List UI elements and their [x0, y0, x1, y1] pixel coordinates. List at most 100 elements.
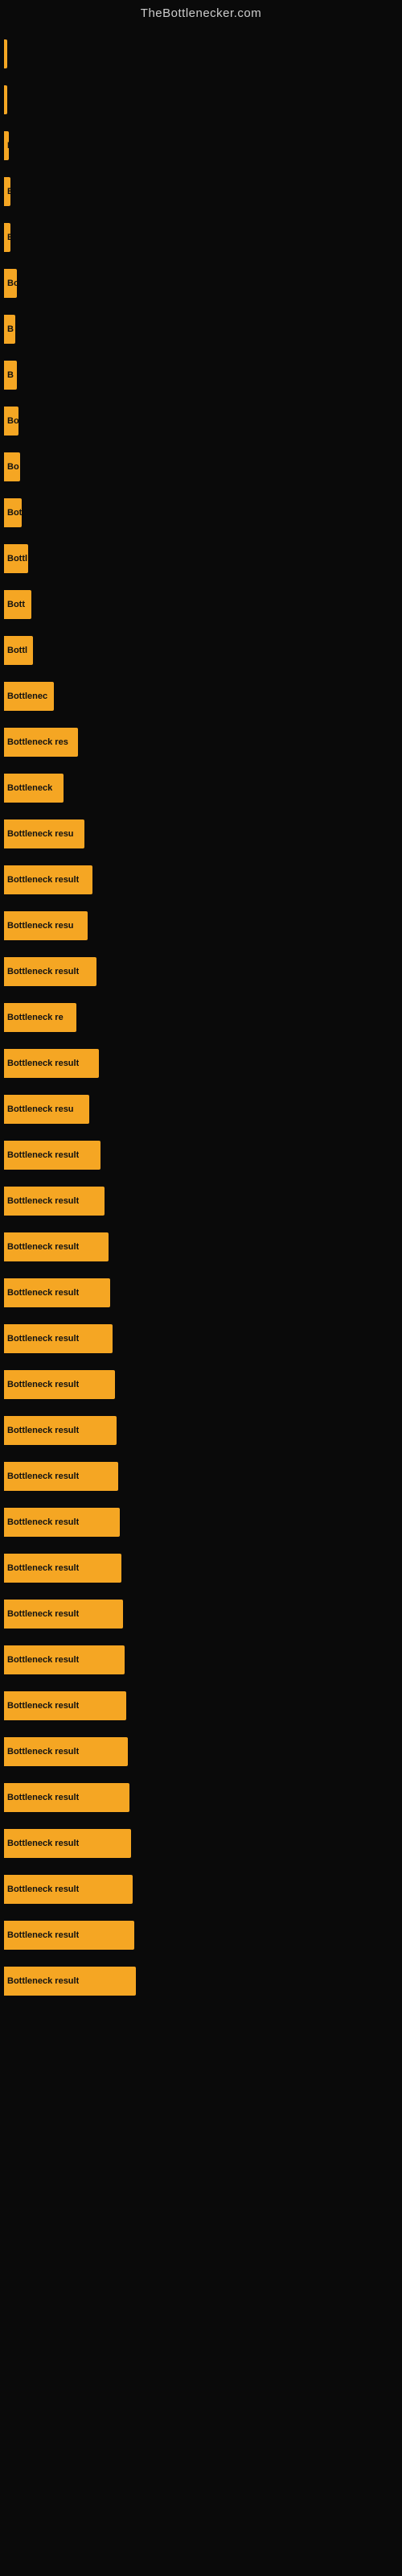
- bar: Bott: [4, 590, 31, 619]
- bar: Bottleneck result: [4, 957, 96, 986]
- bar-label: Bottleneck result: [7, 1380, 79, 1389]
- bar-row: Bottleneck result: [4, 1546, 402, 1590]
- bar-label: Bottleneck result: [7, 1930, 79, 1940]
- bar-label: Bo: [7, 462, 19, 472]
- bar: Bottleneck result: [4, 1875, 133, 1904]
- bar-row: Bottl: [4, 628, 402, 672]
- bar-label: Bottleneck result: [7, 1609, 79, 1619]
- bar: Bottleneck result: [4, 1829, 131, 1858]
- bar-label: Bottleneck result: [7, 1517, 79, 1527]
- bar: Bottleneck result: [4, 1508, 120, 1537]
- bar-label: Bo: [7, 279, 17, 288]
- bar-label: Bottleneck result: [7, 1150, 79, 1160]
- bar-label: E: [7, 141, 9, 151]
- bar-row: Bo: [4, 398, 402, 443]
- bar-label: Bot: [7, 508, 22, 518]
- bar: |: [4, 39, 7, 68]
- bar-label: B: [7, 370, 14, 380]
- bar-row: Bottleneck result: [4, 1500, 402, 1544]
- bar-row: Bottleneck result: [4, 1637, 402, 1682]
- bar-row: |: [4, 31, 402, 76]
- bar-row: Bottleneck result: [4, 1913, 402, 1957]
- bar-label: Bottleneck result: [7, 1472, 79, 1481]
- bar-row: Bottleneck result: [4, 1821, 402, 1865]
- bar: Bottleneck result: [4, 1921, 134, 1950]
- bar-label: Bottleneck result: [7, 1747, 79, 1757]
- bar-label: Bottleneck resu: [7, 921, 74, 931]
- bar-row: Bo: [4, 444, 402, 489]
- bar-row: Bottleneck res: [4, 720, 402, 764]
- bar-label: Bottleneck result: [7, 1701, 79, 1711]
- bar-row: Bottleneck result: [4, 857, 402, 902]
- bar-label: Bottleneck result: [7, 875, 79, 885]
- bar: Bottleneck result: [4, 1967, 136, 1996]
- bar: Bottleneck result: [4, 1324, 113, 1353]
- bar-label: Bottleneck res: [7, 737, 68, 747]
- bar-row: E: [4, 123, 402, 167]
- bar-label: Bottleneck result: [7, 1839, 79, 1848]
- bar: Bottleneck result: [4, 1691, 126, 1720]
- bar-label: Bottleneck result: [7, 1288, 79, 1298]
- bar: Bo: [4, 269, 17, 298]
- bar-label: Bottleneck result: [7, 1334, 79, 1344]
- bar-row: E: [4, 215, 402, 259]
- bar: Bottleneck result: [4, 1737, 128, 1766]
- bar-row: Bott: [4, 582, 402, 626]
- bars-container: | E B E Bo B B Bo Bo Bot Bottl Bott Bottl Bottlenec Bo…: [0, 23, 402, 2013]
- bar-row: B: [4, 353, 402, 397]
- bar-label: Bottleneck result: [7, 1793, 79, 1802]
- bar-label: Bottleneck result: [7, 967, 79, 976]
- bar-row: Bottleneck result: [4, 1867, 402, 1911]
- bar: Bottleneck result: [4, 1278, 110, 1307]
- bar: Bottlenec: [4, 682, 54, 711]
- bar-row: Bottleneck resu: [4, 811, 402, 856]
- bar-row: Bottleneck result: [4, 1729, 402, 1773]
- bar: Bottleneck result: [4, 1187, 105, 1216]
- bar-label: Bottleneck result: [7, 1563, 79, 1573]
- bar-label: Bottleneck: [7, 783, 52, 793]
- bar-row: B: [4, 307, 402, 351]
- bar-label: Bottleneck re: [7, 1013, 64, 1022]
- site-title: TheBottlenecker.com: [0, 0, 402, 23]
- bar-row: Bottleneck result: [4, 1270, 402, 1315]
- bar-label: Bottleneck result: [7, 1885, 79, 1894]
- bar-row: Bottleneck result: [4, 1133, 402, 1177]
- bar: Bottl: [4, 636, 33, 665]
- bar-row: Bottlenec: [4, 674, 402, 718]
- bar-row: Bottleneck: [4, 766, 402, 810]
- bar-row: Bottleneck result: [4, 1959, 402, 2003]
- bar-label: Bott: [7, 600, 25, 609]
- bar: Bottleneck result: [4, 865, 92, 894]
- bar: Bottleneck resu: [4, 1095, 89, 1124]
- bar: Bottleneck resu: [4, 911, 88, 940]
- bar-row: [4, 77, 402, 122]
- bar-label: Bottleneck result: [7, 1196, 79, 1206]
- bar-label: Bottleneck result: [7, 1426, 79, 1435]
- bar-row: Bottleneck result: [4, 1408, 402, 1452]
- bar-label: Bo: [7, 416, 18, 426]
- bar-row: Bottl: [4, 536, 402, 580]
- bar: Bottleneck result: [4, 1232, 109, 1261]
- bar-row: Bo: [4, 261, 402, 305]
- bar: Bottleneck: [4, 774, 64, 803]
- bar: Bottleneck result: [4, 1462, 118, 1491]
- bar-row: Bottleneck result: [4, 1454, 402, 1498]
- bar: Bot: [4, 498, 22, 527]
- bar: Bo: [4, 452, 20, 481]
- bar-row: Bottleneck result: [4, 1179, 402, 1223]
- bar-row: Bot: [4, 490, 402, 535]
- bar-label: Bottleneck resu: [7, 829, 74, 839]
- bar: Bottleneck result: [4, 1645, 125, 1674]
- bar: Bo: [4, 407, 18, 436]
- bar-row: Bottleneck result: [4, 1362, 402, 1406]
- bar: B: [4, 315, 15, 344]
- bar-label: B: [7, 324, 14, 334]
- bar-row: Bottleneck result: [4, 1041, 402, 1085]
- bar-row: Bottleneck resu: [4, 1087, 402, 1131]
- bar: Bottleneck result: [4, 1554, 121, 1583]
- bar: Bottl: [4, 544, 28, 573]
- bar-label: B: [7, 187, 10, 196]
- bar: Bottleneck re: [4, 1003, 76, 1032]
- bar: Bottleneck result: [4, 1141, 100, 1170]
- bar: Bottleneck result: [4, 1049, 99, 1078]
